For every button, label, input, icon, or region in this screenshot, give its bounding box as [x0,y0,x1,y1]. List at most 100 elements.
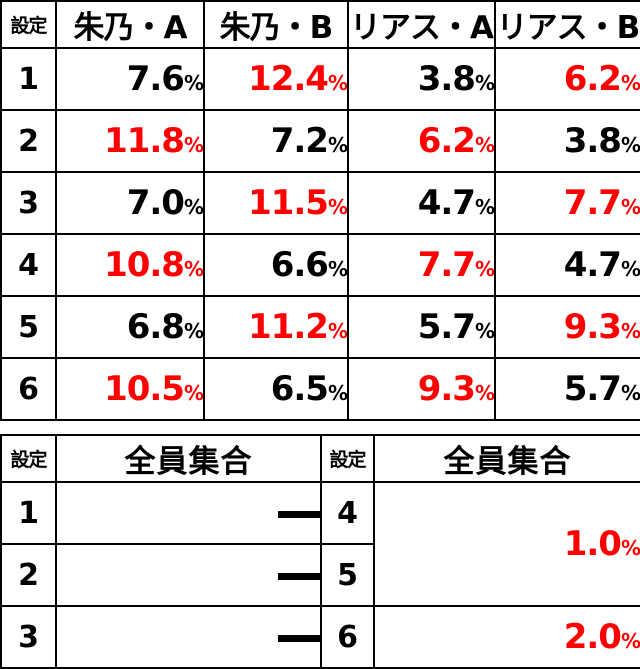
table-row: 1 7.6% 12.4% 3.8% 6.2% [0,47,640,111]
rate-number: 10.8 [104,245,185,285]
rate-cell: 10.5% [55,357,205,421]
percent-sign: % [474,195,494,219]
rate-number: 7.2 [270,121,329,161]
rate-cell: 6.8% [55,295,205,359]
rate-cell: 6.6% [203,233,349,297]
rate-number: 6.5 [270,369,329,409]
percent-sign: % [183,381,203,405]
table-row: 4 10.8% 6.6% 7.7% 4.7% [0,233,640,297]
row-setting: 1 [0,47,57,111]
rate-number: 1.0 [563,524,622,564]
rate-number: 9.3 [417,369,476,409]
rate-cell: 11.5% [203,171,349,235]
rate-number: 6.8 [126,307,185,347]
percent-sign: % [474,257,494,281]
rate-cell: 2.0% [373,605,640,669]
percent-sign: % [620,195,640,219]
rate-cell: 5.7% [347,295,496,359]
header-rias-a: リアス・A [347,0,496,49]
character-rate-table: 設定 朱乃・A 朱乃・B リアス・A リアス・B 1 7.6% 12.4% 3.… [0,0,640,421]
rate-number: 7.7 [563,183,622,223]
percent-sign: % [620,629,640,653]
rate-cell: 3.8% [347,47,496,111]
no-data-cell [55,543,322,607]
percent-sign: % [183,257,203,281]
table-row: 6 10.5% 6.5% 9.3% 5.7% [0,357,640,421]
all-members-table: 設定 全員集合 設定 全員集合 1 4 1.0% 2 5 3 6 2.0% [0,434,640,669]
percent-sign: % [620,319,640,343]
percent-sign: % [183,195,203,219]
percent-sign: % [183,71,203,95]
rate-cell: 6.2% [347,109,496,173]
rate-cell: 9.3% [494,295,640,359]
percent-sign: % [327,381,347,405]
rate-cell: 10.8% [55,233,205,297]
row-setting: 4 [0,233,57,297]
rate-cell: 4.7% [494,233,640,297]
rate-cell: 11.8% [55,109,205,173]
percent-sign: % [327,133,347,157]
row-setting-right: 4 [320,481,375,545]
rate-cell: 5.7% [494,357,640,421]
rate-cell: 11.2% [203,295,349,359]
rate-number: 2.0 [563,617,622,657]
rate-cell: 6.5% [203,357,349,421]
rate-number: 3.8 [417,59,476,99]
header-setting: 設定 [0,0,57,49]
rate-number: 5.7 [417,307,476,347]
percent-sign: % [620,133,640,157]
percent-sign: % [620,536,640,560]
header-setting-left: 設定 [0,434,57,483]
row-setting-left: 1 [0,481,57,545]
percent-sign: % [327,195,347,219]
rate-cell: 6.2% [494,47,640,111]
rate-number: 12.4 [248,59,329,99]
header-all-members-right: 全員集合 [373,434,640,483]
em-dash-icon [278,634,319,642]
percent-sign: % [474,319,494,343]
header-setting-right: 設定 [320,434,375,483]
header-rias-b: リアス・B [494,0,640,49]
rate-number: 7.0 [126,183,185,223]
rate-cell: 7.0% [55,171,205,235]
row-setting: 5 [0,295,57,359]
rate-cell: 4.7% [347,171,496,235]
row-setting-right: 5 [320,543,375,607]
row-setting: 6 [0,357,57,421]
rate-number: 4.7 [417,183,476,223]
rate-number: 6.2 [417,121,476,161]
table-row: 5 6.8% 11.2% 5.7% 9.3% [0,295,640,359]
percent-sign: % [327,257,347,281]
rate-number: 3.8 [563,121,622,161]
table-row: 3 7.0% 11.5% 4.7% 7.7% [0,171,640,235]
rate-number: 6.2 [563,59,622,99]
rate-number: 10.5 [104,369,185,409]
rate-number: 7.7 [417,245,476,285]
row-setting: 2 [0,109,57,173]
row-setting-left: 3 [0,605,57,669]
rate-cell: 7.2% [203,109,349,173]
percent-sign: % [183,133,203,157]
rate-number: 4.7 [563,245,622,285]
rate-cell: 3.8% [494,109,640,173]
rate-number: 11.2 [248,307,329,347]
rate-number: 11.5 [248,183,329,223]
rate-cell: 7.7% [347,233,496,297]
row-setting-left: 2 [0,543,57,607]
em-dash-icon [278,510,319,518]
rate-cell-merged: 1.0% [373,481,640,607]
rate-cell: 7.6% [55,47,205,111]
rate-number: 6.6 [270,245,329,285]
percent-sign: % [474,71,494,95]
table-row: 3 6 2.0% [0,605,640,669]
header-akeno-a: 朱乃・A [55,0,205,49]
percent-sign: % [620,381,640,405]
table-gap [0,421,640,434]
table-row: 2 11.8% 7.2% 6.2% 3.8% [0,109,640,173]
no-data-cell [55,481,322,545]
rate-cell: 9.3% [347,357,496,421]
row-setting-right: 6 [320,605,375,669]
rate-number: 5.7 [563,369,622,409]
page-root: 設定 朱乃・A 朱乃・B リアス・A リアス・B 1 7.6% 12.4% 3.… [0,0,640,669]
table-row: 1 4 1.0% [0,481,640,607]
